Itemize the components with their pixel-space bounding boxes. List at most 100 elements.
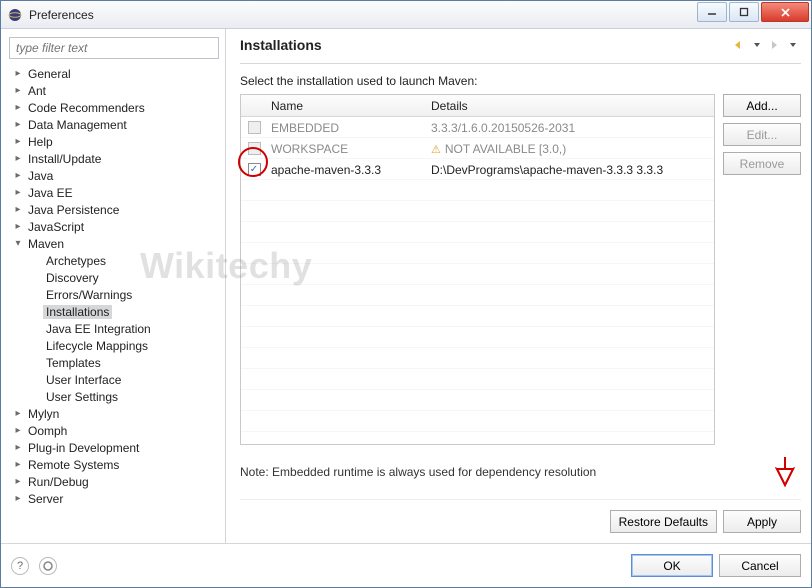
tree-node[interactable]: ▾Maven — [9, 235, 219, 252]
table-row[interactable]: WORKSPACE⚠NOT AVAILABLE [3.0,) — [241, 138, 714, 159]
tree-node-label: Plug-in Development — [25, 441, 142, 455]
tree-node[interactable]: ▸Java EE Integration — [27, 320, 219, 337]
tree-node[interactable]: ▸Java EE — [9, 184, 219, 201]
tree-node-label: Oomph — [25, 424, 70, 438]
arrow-right-icon[interactable]: ▸ — [11, 136, 25, 147]
tree-node[interactable]: ▸Oomph — [9, 422, 219, 439]
tree-node[interactable]: ▸Remote Systems — [9, 456, 219, 473]
tree-node-label: Java EE — [25, 186, 76, 200]
cell-name: WORKSPACE — [267, 142, 427, 156]
arrow-right-icon[interactable]: ▸ — [11, 187, 25, 198]
tree-node[interactable]: ▸Discovery — [27, 269, 219, 286]
tree-node-label: Mylyn — [25, 407, 62, 421]
note-label: Note: Embedded runtime is always used fo… — [240, 465, 596, 479]
maximize-button[interactable] — [729, 2, 759, 22]
arrow-right-icon[interactable]: ▸ — [11, 119, 25, 130]
back-menu-icon[interactable] — [749, 37, 765, 53]
table-body: EMBEDDED3.3.3/1.6.0.20150526-2031 WORKSPA… — [241, 117, 714, 444]
arrow-right-icon[interactable]: ▸ — [11, 85, 25, 96]
tree-node[interactable]: ▸Help — [9, 133, 219, 150]
tree-node[interactable]: ▸User Interface — [27, 371, 219, 388]
forward-icon[interactable] — [767, 37, 783, 53]
cell-name: apache-maven-3.3.3 — [267, 163, 427, 177]
tree-node[interactable]: ▸Lifecycle Mappings — [27, 337, 219, 354]
tree-node-label: Run/Debug — [25, 475, 92, 489]
cancel-button[interactable]: Cancel — [719, 554, 801, 577]
tree-node[interactable]: ▸Archetypes — [27, 252, 219, 269]
cell-details: 3.3.3/1.6.0.20150526-2031 — [427, 121, 714, 135]
tree-node[interactable]: ▸Run/Debug — [9, 473, 219, 490]
table-row[interactable]: ✓ apache-maven-3.3.3D:\DevPrograms\apache… — [241, 159, 714, 180]
add-button[interactable]: Add... — [723, 94, 801, 117]
tree-node-label: Ant — [25, 84, 49, 98]
col-details-header[interactable]: Details — [427, 99, 714, 113]
remove-button[interactable]: Remove — [723, 152, 801, 175]
tree-node-label: User Interface — [43, 373, 124, 387]
tree-node-label: Install/Update — [25, 152, 104, 166]
arrow-right-icon[interactable]: ▸ — [11, 204, 25, 215]
apply-button[interactable]: Apply — [723, 510, 801, 533]
installations-table: Name Details EMBEDDED3.3.3/1.6.0.2015052… — [240, 94, 715, 445]
tree-node-label: User Settings — [43, 390, 121, 404]
arrow-down-icon[interactable]: ▾ — [11, 238, 25, 249]
warning-icon: ⚠ — [431, 144, 441, 156]
sidebar: ▸General▸Ant▸Code Recommenders▸Data Mana… — [1, 29, 226, 543]
checkbox[interactable]: ✓ — [248, 163, 261, 176]
tree-node[interactable]: ▸Templates — [27, 354, 219, 371]
cell-details: D:\DevPrograms\apache-maven-3.3.3 3.3.3 — [427, 163, 714, 177]
tree-node[interactable]: ▸Ant — [9, 82, 219, 99]
tree-node-label: Discovery — [43, 271, 102, 285]
arrow-right-icon[interactable]: ▸ — [11, 442, 25, 453]
forward-menu-icon[interactable] — [785, 37, 801, 53]
table-row[interactable]: EMBEDDED3.3.3/1.6.0.20150526-2031 — [241, 117, 714, 138]
arrow-right-icon[interactable]: ▸ — [11, 408, 25, 419]
nav-arrows — [731, 37, 801, 53]
body: ▸General▸Ant▸Code Recommenders▸Data Mana… — [1, 29, 811, 543]
filter-input[interactable] — [9, 37, 219, 59]
eclipse-icon — [7, 7, 23, 23]
tree-node-label: Help — [25, 135, 56, 149]
close-button[interactable] — [761, 2, 809, 22]
minimize-button[interactable] — [697, 2, 727, 22]
arrow-right-icon[interactable]: ▸ — [11, 153, 25, 164]
arrow-right-icon[interactable]: ▸ — [11, 425, 25, 436]
tree-node-label: Java — [25, 169, 56, 183]
tree-node[interactable]: ▸General — [9, 65, 219, 82]
arrow-right-icon[interactable]: ▸ — [11, 459, 25, 470]
ok-button[interactable]: OK — [631, 554, 713, 577]
tree-node[interactable]: ▸JavaScript — [9, 218, 219, 235]
tree-node-label: Data Management — [25, 118, 130, 132]
arrow-right-icon[interactable]: ▸ — [11, 493, 25, 504]
content: Select the installation used to launch M… — [240, 64, 801, 543]
tree-node[interactable]: ▸Install/Update — [9, 150, 219, 167]
tree-node[interactable]: ▸Code Recommenders — [9, 99, 219, 116]
tree-node[interactable]: ▸Installations — [27, 303, 219, 320]
page-buttons: Restore Defaults Apply — [240, 499, 801, 543]
tree-node-label: Server — [25, 492, 66, 506]
tree-node[interactable]: ▸Plug-in Development — [9, 439, 219, 456]
arrow-right-icon[interactable]: ▸ — [11, 170, 25, 181]
tree-node-label: Lifecycle Mappings — [43, 339, 151, 353]
tree-node[interactable]: ▸User Settings — [27, 388, 219, 405]
page-title: Installations — [240, 37, 322, 53]
col-name-header[interactable]: Name — [267, 99, 427, 113]
back-icon[interactable] — [731, 37, 747, 53]
tree-node-label: Code Recommenders — [25, 101, 148, 115]
tree-node[interactable]: ▸Mylyn — [9, 405, 219, 422]
tree-node[interactable]: ▸Data Management — [9, 116, 219, 133]
tree-node[interactable]: ▸Java Persistence — [9, 201, 219, 218]
arrow-right-icon[interactable]: ▸ — [11, 221, 25, 232]
help-icon[interactable]: ? — [11, 557, 29, 575]
tree-node[interactable]: ▸Java — [9, 167, 219, 184]
preferences-tree[interactable]: ▸General▸Ant▸Code Recommenders▸Data Mana… — [9, 65, 219, 537]
edit-button[interactable]: Edit... — [723, 123, 801, 146]
tree-node[interactable]: ▸Server — [9, 490, 219, 507]
tree-node-label: General — [25, 67, 74, 81]
restore-defaults-button[interactable]: Restore Defaults — [610, 510, 717, 533]
arrow-right-icon[interactable]: ▸ — [11, 68, 25, 79]
arrow-right-icon[interactable]: ▸ — [11, 102, 25, 113]
progress-icon[interactable] — [39, 557, 57, 575]
arrow-right-icon[interactable]: ▸ — [11, 476, 25, 487]
tree-node-label: Java EE Integration — [43, 322, 154, 336]
tree-node[interactable]: ▸Errors/Warnings — [27, 286, 219, 303]
